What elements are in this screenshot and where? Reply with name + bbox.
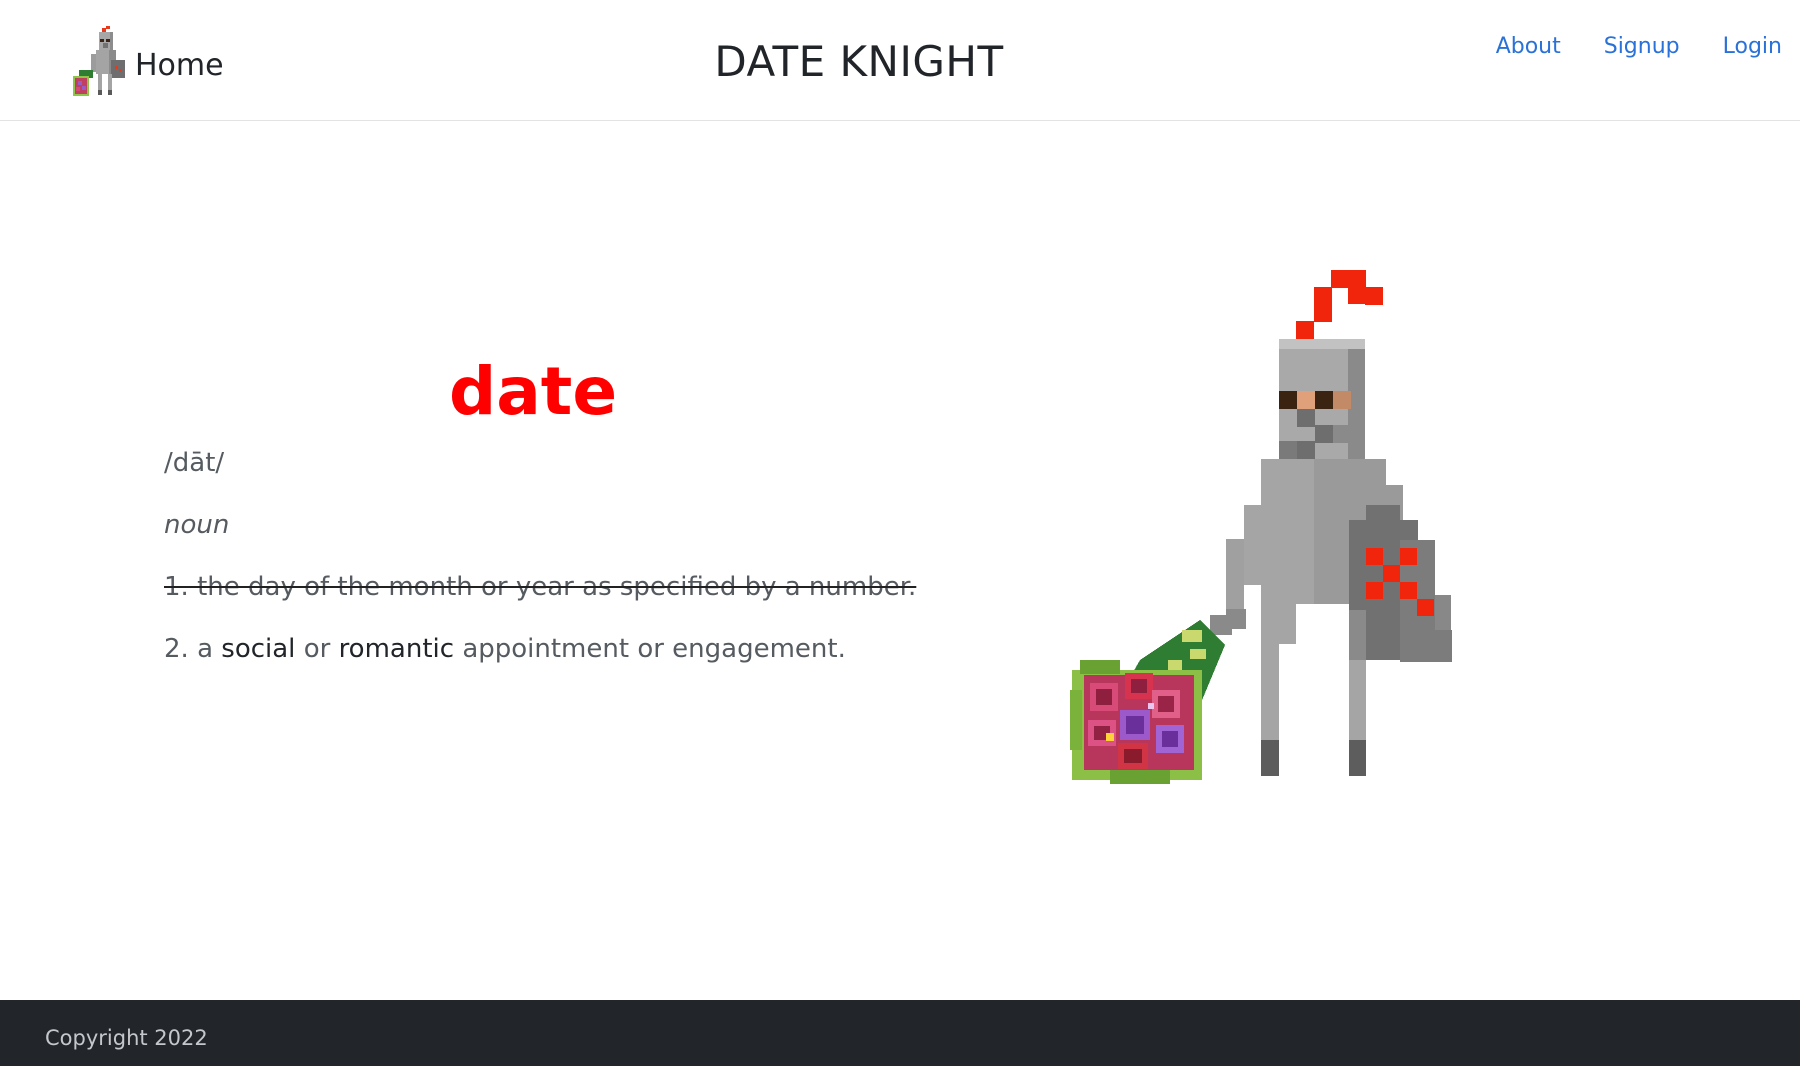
part-of-speech: noun [164,510,230,540]
sense-2-word-social: social [221,634,296,664]
page: Home DATE KNIGHT About Signup Login date… [0,0,1800,1066]
signup-link[interactable]: Signup [1604,34,1680,59]
sense-2-word-romantic: romantic [338,634,455,664]
definition-sense-1-struck: 1. the day of the month or year as speci… [164,572,917,602]
sense-2-prefix: 2. a [164,634,214,664]
login-link[interactable]: Login [1723,34,1782,59]
definition-word: date [449,353,618,430]
sense-2-suffix: appointment or engagement. [462,634,846,664]
about-link[interactable]: About [1496,34,1561,59]
footer: Copyright 2022 [0,1000,1800,1066]
sense-2-connector: or [303,634,331,664]
nav-links: About Signup Login [1453,34,1782,59]
pronunciation: /dāt/ [164,448,225,478]
definition-sense-2: 2. a social or romantic appointment or e… [164,634,846,664]
navbar: Home DATE KNIGHT About Signup Login [0,0,1800,121]
copyright-text: Copyright 2022 [45,1026,208,1050]
knight-illustration [1070,270,1452,784]
